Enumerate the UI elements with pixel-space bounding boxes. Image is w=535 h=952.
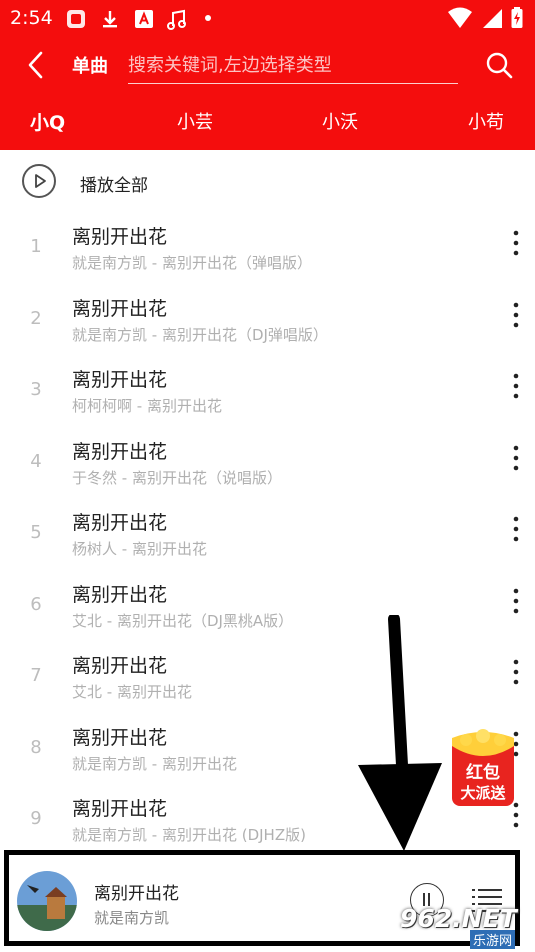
app-notification-icon	[67, 10, 85, 28]
song-title: 离别开出花	[72, 583, 168, 606]
status-right	[447, 7, 523, 29]
song-index: 8	[30, 736, 42, 758]
back-arrow-icon[interactable]	[22, 50, 52, 80]
watermark-sub: 乐游网	[470, 930, 516, 949]
song-subtitle: 就是南方凯 - 离别开出花（弹唱版）	[72, 254, 312, 272]
notification-dot-icon	[205, 15, 211, 21]
red-packet-promo[interactable]: 红包 大派送	[448, 728, 518, 808]
red-packet-line1: 红包	[466, 762, 500, 783]
song-title: 离别开出花	[72, 297, 168, 320]
song-title: 离别开出花	[72, 726, 168, 749]
player-song-title: 离别开出花	[94, 884, 179, 904]
more-options-icon[interactable]	[505, 300, 527, 330]
song-index: 5	[30, 522, 42, 543]
font-app-icon	[135, 10, 153, 28]
song-subtitle: 柯柯柯啊 - 离别开出花	[72, 397, 222, 415]
watermark: 962.NET 乐游网	[398, 904, 528, 949]
search-type-selector[interactable]: 单曲	[72, 52, 108, 78]
song-subtitle: 于冬然 - 离别开出花（说唱版）	[72, 468, 282, 487]
search-icon[interactable]	[484, 50, 514, 80]
music-note-icon	[167, 9, 186, 30]
watermark-logo: 962.NET	[400, 904, 517, 933]
song-index: 1	[30, 236, 42, 257]
song-subtitle: 就是南方凯 - 离别开出花 (DJHZ版)	[72, 826, 306, 844]
song-title: 离别开出花	[72, 440, 168, 463]
source-tabs: 小Q 小芸 小沃 小苟	[0, 106, 535, 138]
song-subtitle: 就是南方凯 - 离别开出花（DJ弹唱版）	[72, 325, 328, 344]
more-options-icon[interactable]	[505, 371, 527, 401]
song-title: 离别开出花	[72, 369, 168, 391]
song-subtitle: 杨树人 - 离别开出花	[72, 540, 207, 558]
more-options-icon[interactable]	[505, 586, 527, 616]
tab-xiaogou[interactable]: 小苟	[468, 108, 504, 134]
wifi-icon	[448, 7, 472, 28]
song-title: 离别开出花	[72, 512, 168, 534]
song-index: 2	[30, 307, 42, 329]
status-time: 2:54	[10, 7, 53, 29]
battery-icon	[511, 7, 523, 28]
play-circle-icon	[22, 164, 56, 198]
song-index: 4	[30, 450, 42, 472]
song-index: 9	[30, 808, 42, 829]
song-row[interactable]: 7 离别开出花 艾北 - 离别开出花	[0, 643, 535, 715]
more-options-icon[interactable]	[505, 514, 527, 544]
status-bar: 2:54	[0, 0, 535, 36]
song-row[interactable]: 3 离别开出花 柯柯柯啊 - 离别开出花	[0, 357, 535, 429]
song-row[interactable]: 4 离别开出花 于冬然 - 离别开出花（说唱版）	[0, 429, 535, 501]
song-index: 3	[30, 379, 42, 400]
more-options-icon[interactable]	[505, 443, 527, 473]
song-title: 离别开出花	[72, 798, 168, 820]
song-title: 离别开出花	[72, 226, 168, 248]
play-all-button[interactable]: 播放全部	[0, 150, 535, 214]
tab-xiaoq[interactable]: 小Q	[30, 108, 65, 135]
song-subtitle: 艾北 - 离别开出花（DJ黑桃A版）	[72, 611, 294, 630]
more-options-icon[interactable]	[505, 657, 527, 687]
song-subtitle: 艾北 - 离别开出花	[72, 683, 192, 701]
tab-xiaowo[interactable]: 小沃	[322, 108, 358, 134]
signal-icon	[483, 9, 502, 28]
album-art	[17, 871, 77, 931]
more-options-icon[interactable]	[505, 228, 527, 258]
player-artist: 就是南方凯	[94, 909, 170, 927]
download-icon	[103, 11, 117, 28]
tab-xiaoyun[interactable]: 小芸	[177, 108, 213, 134]
play-all-label: 播放全部	[80, 176, 148, 196]
song-row[interactable]: 2 离别开出花 就是南方凯 - 离别开出花（DJ弹唱版）	[0, 286, 535, 358]
search-header: 单曲 小Q 小芸 小沃 小苟	[0, 36, 535, 150]
song-row[interactable]: 6 离别开出花 艾北 - 离别开出花（DJ黑桃A版）	[0, 572, 535, 644]
search-input[interactable]	[128, 48, 458, 84]
song-subtitle: 就是南方凯 - 离别开出花	[72, 754, 237, 773]
song-index: 6	[30, 593, 42, 615]
song-row[interactable]: 1 离别开出花 就是南方凯 - 离别开出花（弹唱版）	[0, 214, 535, 286]
song-row[interactable]: 5 离别开出花 杨树人 - 离别开出花	[0, 500, 535, 572]
song-title: 离别开出花	[72, 655, 168, 677]
red-packet-line2: 大派送	[460, 784, 506, 802]
song-index: 7	[30, 665, 42, 686]
